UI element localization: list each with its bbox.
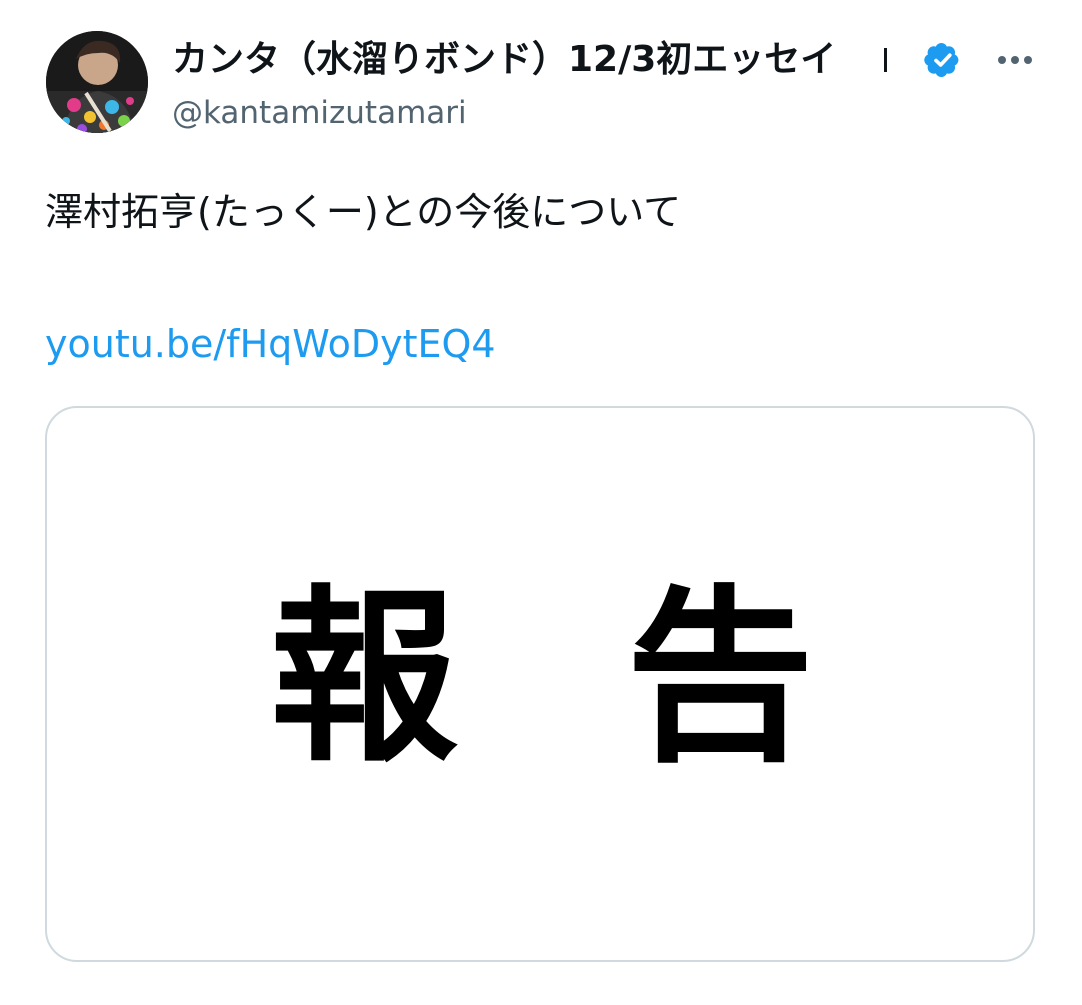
more-options-button[interactable]	[989, 38, 1041, 82]
more-options-icon	[998, 56, 1006, 64]
tweet: カンタ（水溜りボンド）12/3初エッセイ @kantamizutamari 澤村…	[0, 0, 1082, 1005]
tweet-text: 澤村拓亨(たっくー)との今後について	[45, 190, 682, 234]
display-name[interactable]: カンタ（水溜りボンド）12/3初エッセイ	[172, 36, 884, 84]
user-handle[interactable]: @kantamizutamari	[172, 92, 467, 134]
tweet-link[interactable]: youtu.be/fHqWoDytEQ4	[45, 318, 496, 370]
user-avatar[interactable]	[46, 31, 148, 133]
truncated-name-edge	[884, 48, 887, 72]
link-preview-card[interactable]: 報告	[45, 406, 1035, 962]
more-options-icon-dot	[1011, 56, 1019, 64]
avatar-image	[46, 31, 148, 133]
more-options-icon-dot	[1024, 56, 1032, 64]
verified-badge-icon[interactable]	[921, 38, 965, 82]
card-image-text: 報告	[270, 567, 982, 788]
